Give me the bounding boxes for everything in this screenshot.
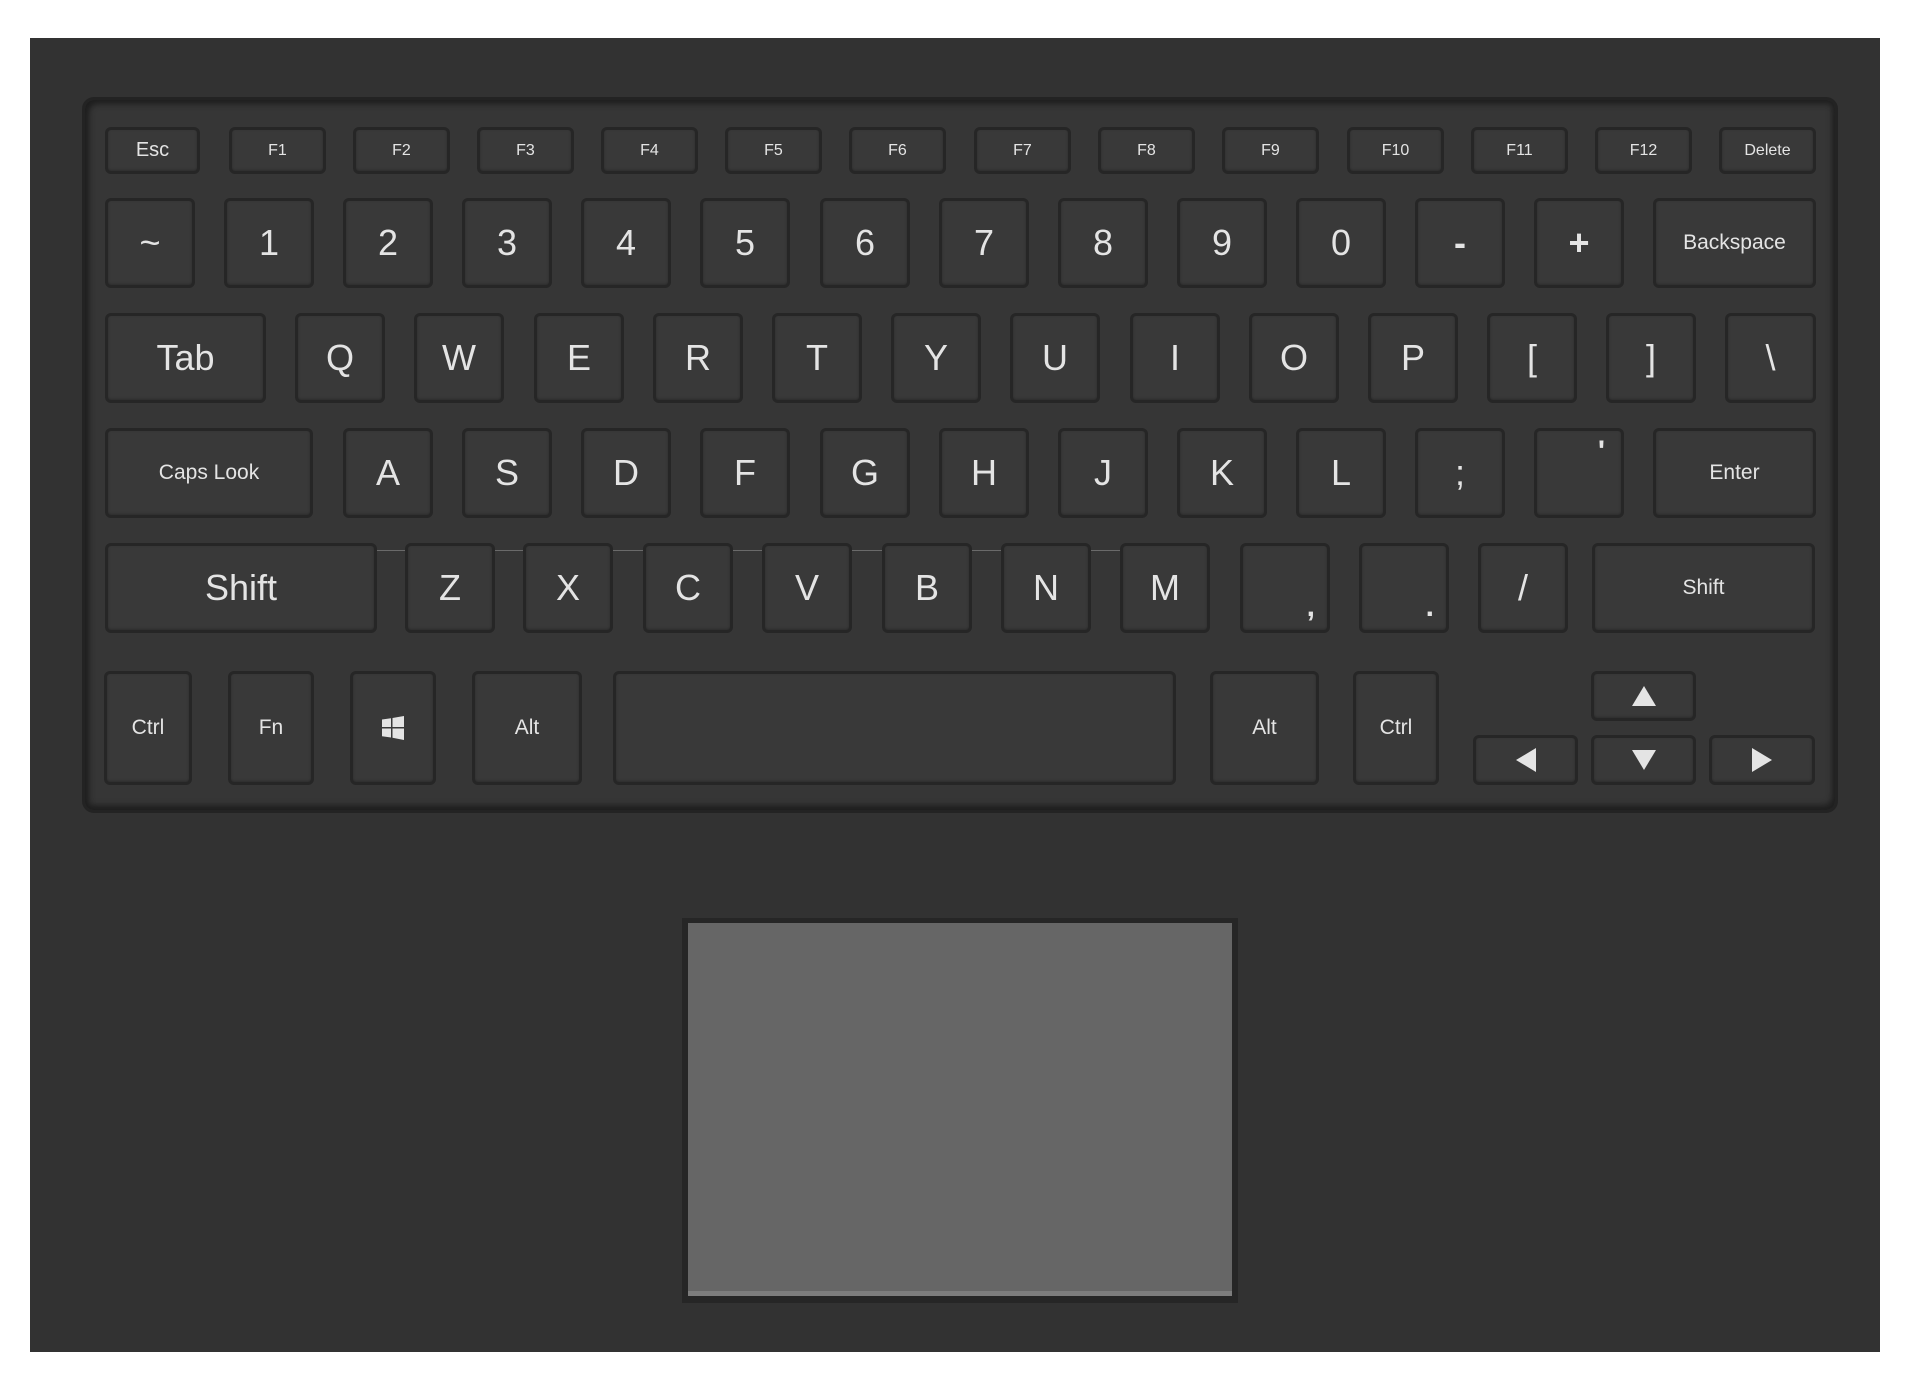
key-f7[interactable]: F7 xyxy=(974,127,1071,174)
key-tilde[interactable]: ~ xyxy=(105,198,195,288)
key-m[interactable]: M xyxy=(1120,543,1210,633)
key-fn[interactable]: Fn xyxy=(228,671,314,785)
key-f4[interactable]: F4 xyxy=(601,127,698,174)
key-h[interactable]: H xyxy=(939,428,1029,518)
key-f1[interactable]: F1 xyxy=(229,127,326,174)
key-i[interactable]: I xyxy=(1130,313,1220,403)
key-slash[interactable]: / xyxy=(1478,543,1568,633)
key-t[interactable]: T xyxy=(772,313,862,403)
key-backslash[interactable]: \ xyxy=(1725,313,1816,403)
key-f6[interactable]: F6 xyxy=(849,127,946,174)
key-period[interactable]: . xyxy=(1359,543,1449,633)
key-5[interactable]: 5 xyxy=(700,198,790,288)
key-x[interactable]: X xyxy=(523,543,613,633)
row-separator-line xyxy=(377,550,405,551)
key-f9[interactable]: F9 xyxy=(1222,127,1319,174)
key-shift-left[interactable]: Shift xyxy=(105,543,377,633)
key-minus[interactable]: - xyxy=(1415,198,1505,288)
key-n[interactable]: N xyxy=(1001,543,1091,633)
key-comma[interactable]: , xyxy=(1240,543,1330,633)
key-d[interactable]: D xyxy=(581,428,671,518)
key-r[interactable]: R xyxy=(653,313,743,403)
key-6[interactable]: 6 xyxy=(820,198,910,288)
key-shift-right[interactable]: Shift xyxy=(1592,543,1815,633)
row-separator-line xyxy=(733,550,762,551)
key-f3[interactable]: F3 xyxy=(477,127,574,174)
key-backspace[interactable]: Backspace xyxy=(1653,198,1816,288)
key-space[interactable] xyxy=(613,671,1176,785)
key-l[interactable]: L xyxy=(1296,428,1386,518)
key-alt-left[interactable]: Alt xyxy=(472,671,582,785)
key-arrow-up[interactable] xyxy=(1591,671,1696,721)
key-s[interactable]: S xyxy=(462,428,552,518)
key-c[interactable]: C xyxy=(643,543,733,633)
key-ctrl-right[interactable]: Ctrl xyxy=(1353,671,1439,785)
key-4[interactable]: 4 xyxy=(581,198,671,288)
key-u[interactable]: U xyxy=(1010,313,1100,403)
key-esc[interactable]: Esc xyxy=(105,127,200,174)
key-alt-right[interactable]: Alt xyxy=(1210,671,1319,785)
key-ctrl-left[interactable]: Ctrl xyxy=(104,671,192,785)
key-right-bracket[interactable]: ] xyxy=(1606,313,1696,403)
key-f2[interactable]: F2 xyxy=(353,127,450,174)
windows-logo-icon xyxy=(382,716,404,740)
key-k[interactable]: K xyxy=(1177,428,1267,518)
row-separator-line xyxy=(972,550,1001,551)
row-separator-line xyxy=(1091,550,1120,551)
key-q[interactable]: Q xyxy=(295,313,385,403)
key-f8[interactable]: F8 xyxy=(1098,127,1195,174)
key-0[interactable]: 0 xyxy=(1296,198,1386,288)
key-7[interactable]: 7 xyxy=(939,198,1029,288)
key-arrow-left[interactable] xyxy=(1473,735,1578,785)
arrow-right-icon xyxy=(1752,748,1772,772)
key-p[interactable]: P xyxy=(1368,313,1458,403)
key-arrow-right[interactable] xyxy=(1709,735,1815,785)
row-separator-line xyxy=(613,550,643,551)
row-separator-line xyxy=(852,550,882,551)
key-f10[interactable]: F10 xyxy=(1347,127,1444,174)
arrow-down-icon xyxy=(1631,750,1656,770)
key-9[interactable]: 9 xyxy=(1177,198,1267,288)
key-f12[interactable]: F12 xyxy=(1595,127,1692,174)
key-b[interactable]: B xyxy=(882,543,972,633)
key-left-bracket[interactable]: [ xyxy=(1487,313,1577,403)
key-j[interactable]: J xyxy=(1058,428,1148,518)
key-f5[interactable]: F5 xyxy=(725,127,822,174)
key-v[interactable]: V xyxy=(762,543,852,633)
key-e[interactable]: E xyxy=(534,313,624,403)
key-quote[interactable]: ' xyxy=(1534,428,1624,518)
key-a[interactable]: A xyxy=(343,428,433,518)
key-3[interactable]: 3 xyxy=(462,198,552,288)
key-z[interactable]: Z xyxy=(405,543,495,633)
key-arrow-down[interactable] xyxy=(1591,735,1696,785)
key-f[interactable]: F xyxy=(700,428,790,518)
key-o[interactable]: O xyxy=(1249,313,1339,403)
key-1[interactable]: 1 xyxy=(224,198,314,288)
key-f11[interactable]: F11 xyxy=(1471,127,1568,174)
key-delete[interactable]: Delete xyxy=(1719,127,1816,174)
key-g[interactable]: G xyxy=(820,428,910,518)
key-windows[interactable] xyxy=(350,671,436,785)
key-semicolon[interactable]: ; xyxy=(1415,428,1505,518)
key-8[interactable]: 8 xyxy=(1058,198,1148,288)
key-2[interactable]: 2 xyxy=(343,198,433,288)
touchpad[interactable] xyxy=(688,923,1232,1296)
key-enter[interactable]: Enter xyxy=(1653,428,1816,518)
arrow-left-icon xyxy=(1515,748,1536,772)
key-w[interactable]: W xyxy=(414,313,504,403)
key-y[interactable]: Y xyxy=(891,313,981,403)
arrow-up-icon xyxy=(1631,686,1656,706)
key-caps-lock[interactable]: Caps Look xyxy=(105,428,313,518)
row-separator-line xyxy=(495,550,523,551)
key-tab[interactable]: Tab xyxy=(105,313,266,403)
key-plus[interactable]: + xyxy=(1534,198,1624,288)
